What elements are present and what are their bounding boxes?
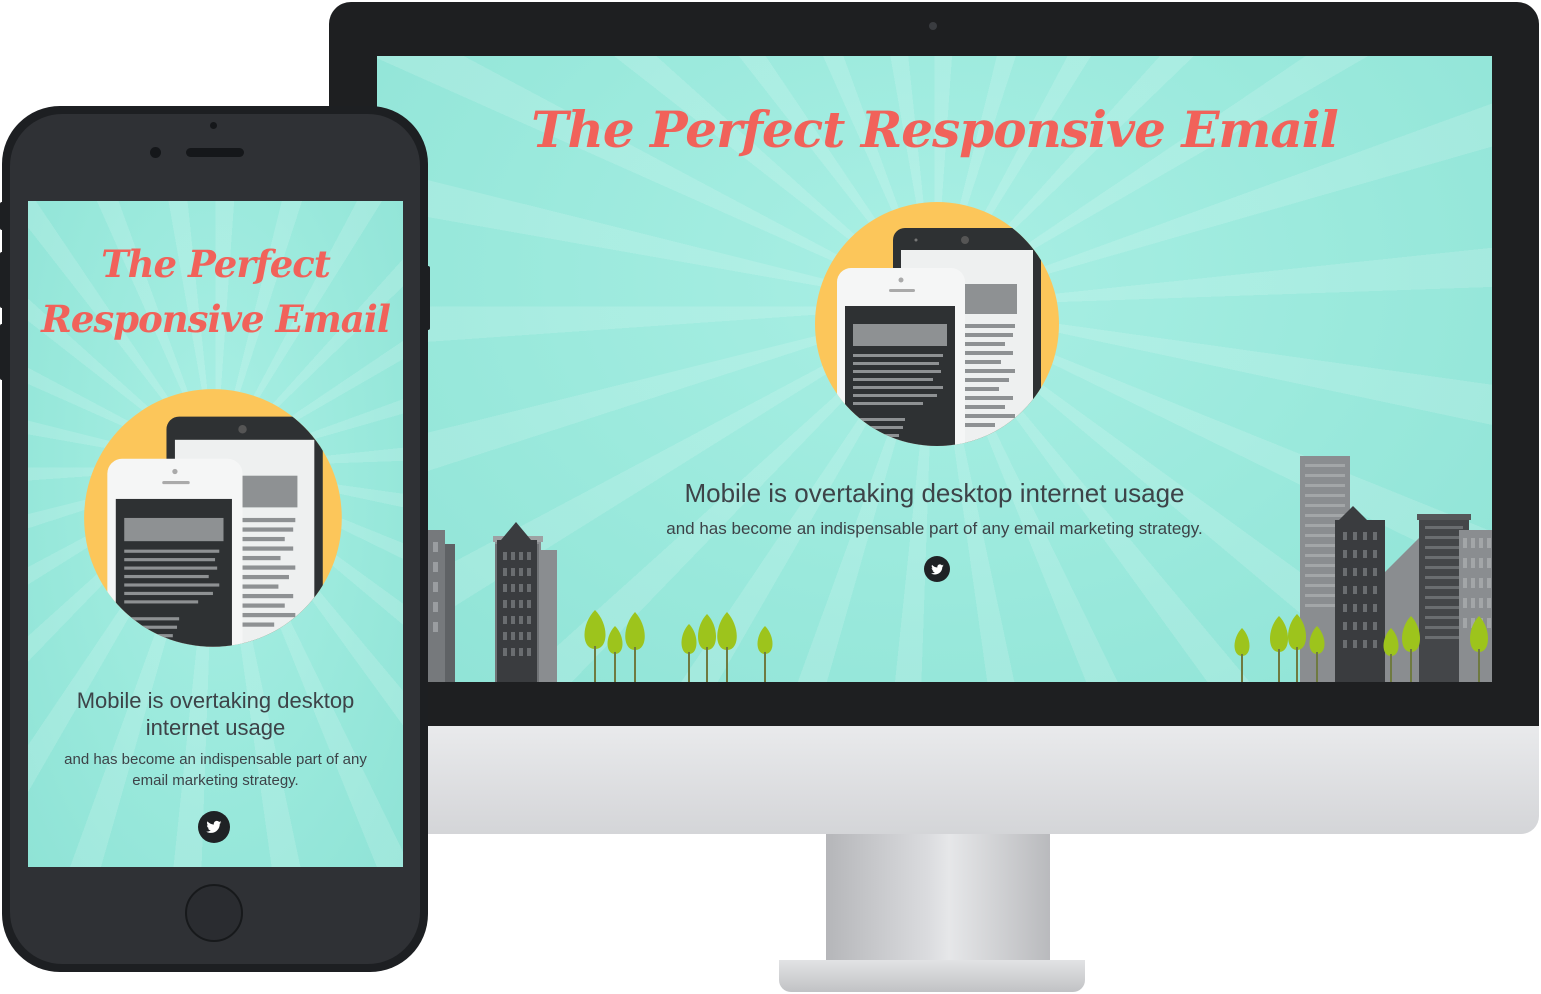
desktop-email-title: The Perfect Responsive Email — [531, 100, 1338, 159]
mobile-email-preview: The Perfect Responsive Email Mobile is o… — [28, 201, 403, 867]
mobile-title-line-2: Responsive Email — [41, 297, 391, 341]
desktop-email-preview: The Perfect Responsive Email Mobile is o… — [377, 56, 1492, 682]
cityscape-illustration — [377, 456, 1492, 682]
mobile-twitter-button[interactable] — [198, 811, 230, 843]
phone-front-camera — [150, 147, 161, 158]
mobile-email-title: The Perfect Responsive Email — [28, 237, 403, 347]
mobile-headline: Mobile is overtaking desktop internet us… — [76, 688, 355, 740]
monitor-camera — [929, 22, 937, 30]
monitor-chin — [329, 726, 1539, 834]
phone-speaker — [186, 148, 244, 157]
phone-sensor — [210, 122, 217, 129]
mobile-title-line-1: The Perfect — [101, 242, 331, 286]
devices-illustration — [815, 202, 1059, 446]
phone-home-button[interactable] — [185, 884, 243, 942]
monitor-stand-foot — [779, 960, 1085, 992]
devices-illustration — [84, 389, 342, 647]
twitter-icon — [206, 820, 222, 833]
monitor-stand-neck — [826, 834, 1050, 964]
left-trees — [584, 610, 773, 682]
mobile-subtext: and has become an indispensable part of … — [64, 751, 367, 789]
